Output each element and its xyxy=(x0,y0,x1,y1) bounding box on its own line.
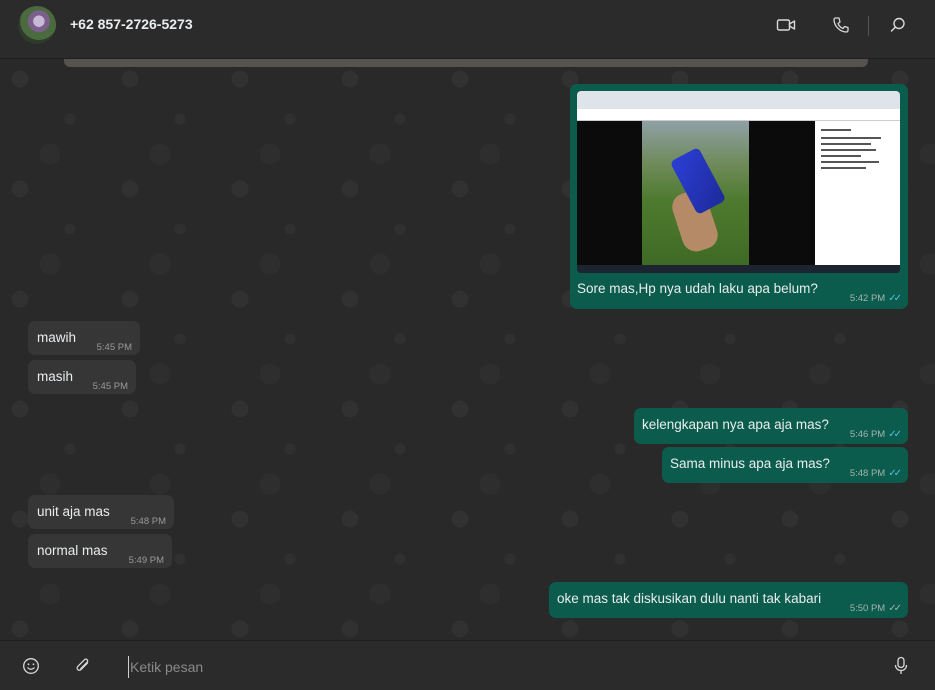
incoming-message[interactable]: normal mas 5:49 PM xyxy=(28,534,172,568)
read-ticks-icon: ✓✓ xyxy=(888,429,902,440)
message-time: 5:49 PM xyxy=(128,555,164,566)
attach-icon[interactable] xyxy=(73,656,93,676)
message-time: 5:45 PM xyxy=(96,342,132,353)
outgoing-message[interactable]: Sama minus apa aja mas? 5:48 PM ✓✓ xyxy=(662,447,908,483)
video-call-icon[interactable] xyxy=(775,14,797,36)
screenshot-post-panel xyxy=(815,121,900,265)
incoming-message[interactable]: masih 5:45 PM xyxy=(28,360,136,394)
message-meta: 5:42 PM ✓✓ xyxy=(849,290,902,307)
previous-message-edge xyxy=(64,59,868,67)
voice-call-icon[interactable] xyxy=(830,14,852,36)
delivered-ticks-icon: ✓✓ xyxy=(888,603,902,614)
screenshot-taskbar xyxy=(577,265,900,273)
message-time: 5:46 PM xyxy=(849,429,886,440)
message-time: 5:48 PM xyxy=(849,468,886,479)
read-ticks-icon: ✓✓ xyxy=(888,468,902,479)
search-icon[interactable] xyxy=(887,14,909,36)
message-time: 5:45 PM xyxy=(92,381,128,392)
image-attachment[interactable] xyxy=(577,91,900,273)
contact-name[interactable]: +62 857-2726-5273 xyxy=(70,16,193,32)
emoji-icon[interactable] xyxy=(21,656,41,676)
incoming-message[interactable]: unit aja mas 5:48 PM xyxy=(28,495,174,529)
chat-header: +62 857-2726-5273 xyxy=(0,0,935,59)
message-meta: 5:48 PM ✓✓ xyxy=(849,465,902,482)
message-text: Sama minus apa aja mas? xyxy=(670,456,830,471)
message-text: masih xyxy=(37,369,74,384)
microphone-icon[interactable] xyxy=(891,656,911,676)
header-divider xyxy=(868,16,869,36)
incoming-message[interactable]: mawih 5:45 PM xyxy=(28,321,140,355)
screenshot-browser-bar xyxy=(577,91,900,109)
message-time: 5:42 PM xyxy=(849,293,886,304)
outgoing-message[interactable]: kelengkapan nya apa aja mas? 5:46 PM ✓✓ xyxy=(634,408,908,444)
contact-avatar[interactable] xyxy=(18,6,56,44)
message-text: unit aja mas xyxy=(37,504,110,519)
read-ticks-icon: ✓✓ xyxy=(888,293,902,304)
message-text: kelengkapan nya apa aja mas? xyxy=(642,417,829,432)
message-meta: 5:46 PM ✓✓ xyxy=(849,426,902,443)
message-time: 5:48 PM xyxy=(130,516,166,527)
outgoing-message[interactable]: oke mas tak diskusikan dulu nanti tak ka… xyxy=(549,582,908,618)
message-text: mawih xyxy=(37,330,77,345)
message-text: normal mas xyxy=(37,543,108,558)
message-text: Sore mas,Hp nya udah laku apa belum? xyxy=(577,281,818,296)
message-time: 5:50 PM xyxy=(849,603,886,614)
message-meta: 5:50 PM ✓✓ xyxy=(849,600,902,617)
outgoing-image-message[interactable]: Sore mas,Hp nya udah laku apa belum? 5:4… xyxy=(570,84,908,309)
chat-messages-area[interactable]: Sore mas,Hp nya udah laku apa belum? 5:4… xyxy=(0,59,935,640)
message-composer xyxy=(0,640,935,690)
message-text: oke mas tak diskusikan dulu nanti tak ka… xyxy=(557,591,822,606)
message-input[interactable] xyxy=(128,656,868,678)
screenshot-facebook-bar xyxy=(577,109,900,121)
